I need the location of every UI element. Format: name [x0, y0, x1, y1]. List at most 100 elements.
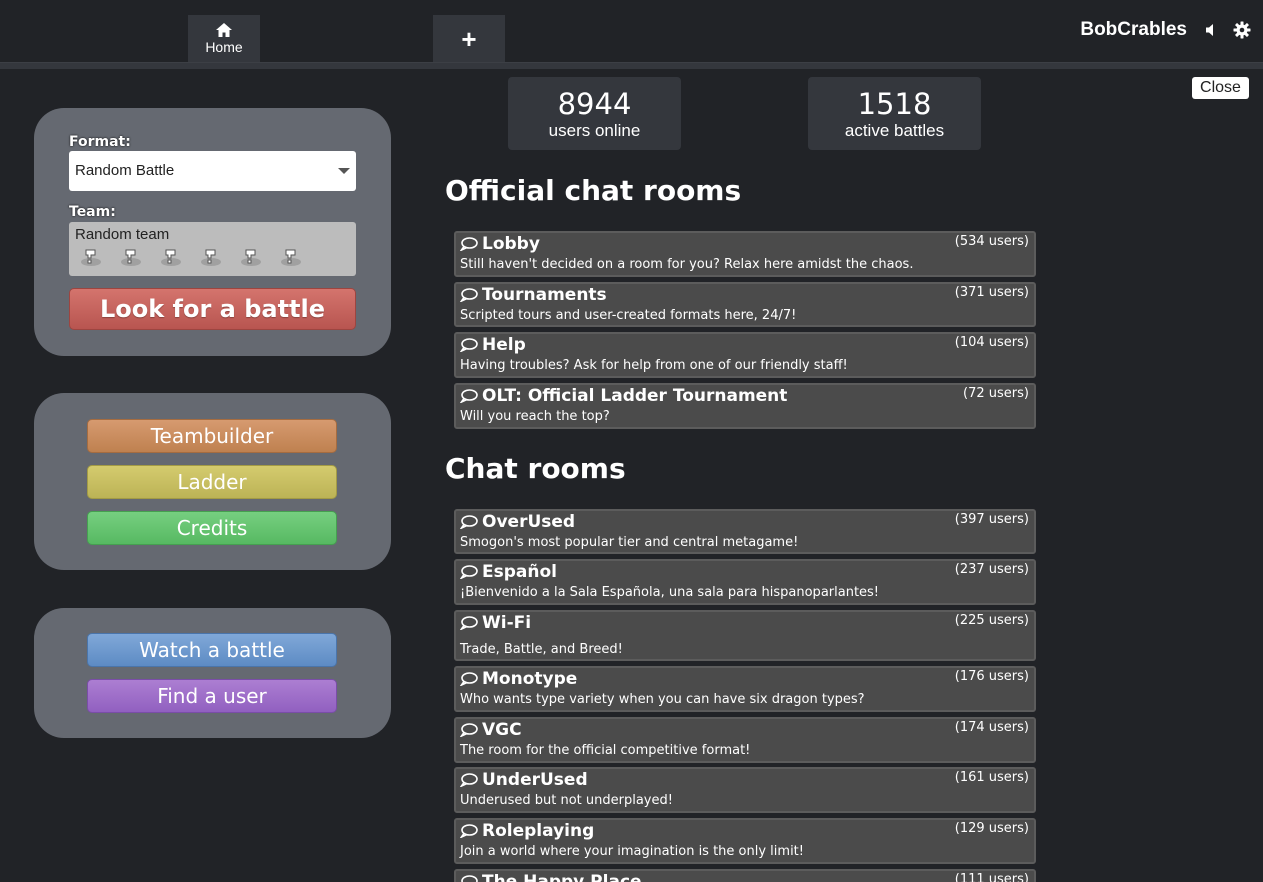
- room-description: The room for the official competitive fo…: [460, 743, 751, 758]
- room-name: The Happy Place: [482, 872, 642, 882]
- look-for-battle-button[interactable]: Look for a battle: [69, 288, 356, 330]
- room-name: UnderUsed: [482, 770, 588, 790]
- room-name: VGC: [482, 720, 522, 740]
- tab-home-label: Home: [205, 38, 243, 55]
- team-label: Team:: [69, 204, 116, 220]
- room-user-count: (72 users): [963, 386, 1029, 401]
- room-user-count: (104 users): [954, 335, 1029, 350]
- room-user-count: (534 users): [954, 234, 1029, 249]
- format-select[interactable]: Random Battle: [69, 151, 356, 191]
- room-item[interactable]: Help (104 users) Having troubles? Ask for …: [454, 332, 1036, 378]
- chat-bubble-icon: [460, 565, 478, 579]
- active-battles-label: active battles: [844, 121, 945, 140]
- room-user-count: (111 users): [954, 872, 1029, 882]
- settings-button[interactable]: [1233, 21, 1251, 39]
- unknown-pokemon-icon: [281, 249, 301, 266]
- room-title: OverUsed: [460, 512, 575, 532]
- new-tab-button[interactable]: +: [433, 15, 505, 62]
- chat-bubble-icon: [460, 672, 478, 686]
- room-title: Roleplaying: [460, 821, 594, 841]
- room-item[interactable]: Monotype (176 users) Who wants type variet…: [454, 666, 1036, 712]
- menu-panel: Teambuilder Ladder Credits: [34, 393, 391, 570]
- top-header: Home + BobCrables: [0, 0, 1263, 62]
- close-button[interactable]: Close: [1192, 77, 1249, 99]
- room-description: Having troubles? Ask for help from one o…: [460, 358, 848, 373]
- room-item[interactable]: VGC (174 users) The room for the official …: [454, 717, 1036, 763]
- sound-button[interactable]: [1203, 21, 1221, 39]
- chat-bubble-icon: [460, 338, 478, 352]
- room-name: Wi-Fi: [482, 613, 532, 633]
- room-description: Still haven't decided on a room for you?…: [460, 257, 914, 272]
- team-select[interactable]: Random team: [69, 222, 356, 276]
- room-item[interactable]: Lobby (534 users) Still haven't decided on…: [454, 231, 1036, 277]
- active-battles-stat[interactable]: 1518 active battles: [808, 77, 981, 150]
- credits-button[interactable]: Credits: [87, 511, 337, 545]
- format-value: Random Battle: [75, 162, 175, 179]
- room-title: Lobby: [460, 234, 540, 254]
- room-user-count: (174 users): [954, 720, 1029, 735]
- room-user-count: (225 users): [954, 613, 1029, 628]
- users-online-label: users online: [548, 121, 641, 140]
- teambuilder-button[interactable]: Teambuilder: [87, 419, 337, 453]
- chat-bubble-icon: [460, 824, 478, 838]
- room-description: Scripted tours and user-created formats …: [460, 308, 797, 323]
- users-online-count: 8944: [557, 87, 632, 121]
- plus-icon: +: [461, 23, 477, 54]
- room-user-count: (176 users): [954, 669, 1029, 684]
- room-title: Wi-Fi: [460, 613, 531, 633]
- chat-bubble-icon: [460, 288, 478, 302]
- unknown-pokemon-icon: [241, 249, 261, 266]
- gear-icon: [1233, 21, 1251, 39]
- users-online-stat: 8944 users online: [508, 77, 681, 150]
- room-description: ¡Bienvenido a la Sala Española, una sala…: [460, 585, 880, 600]
- room-item[interactable]: Tournaments (371 users) Scripted tours and…: [454, 282, 1036, 327]
- speaker-icon: [1206, 24, 1213, 36]
- battle-form-panel: Format: Random Battle Team: Random team …: [34, 108, 391, 356]
- room-user-count: (237 users): [954, 562, 1029, 577]
- room-title: Monotype: [460, 669, 577, 689]
- chat-bubble-icon: [460, 389, 478, 403]
- room-item[interactable]: Español (237 users) ¡Bienvenido a la Sala …: [454, 559, 1036, 605]
- chevron-down-icon: [338, 168, 350, 174]
- room-title: Español: [460, 562, 557, 582]
- active-battles-count: 1518: [857, 87, 932, 121]
- chat-bubble-icon: [460, 773, 478, 787]
- room-item[interactable]: UnderUsed (161 users) Underused but not un…: [454, 767, 1036, 813]
- room-title: UnderUsed: [460, 770, 588, 790]
- username[interactable]: BobCrables: [1080, 19, 1187, 41]
- room-item[interactable]: The Happy Place (111 users): [454, 869, 1036, 882]
- watch-panel: Watch a battle Find a user: [34, 608, 391, 738]
- room-item[interactable]: OverUsed (397 users) Smogon's most popular…: [454, 509, 1036, 554]
- unknown-pokemon-icon: [81, 249, 101, 266]
- room-description: Join a world where your imagination is t…: [460, 844, 804, 859]
- room-description: Will you reach the top?: [460, 409, 610, 424]
- room-title: VGC: [460, 720, 522, 740]
- room-name: OverUsed: [482, 512, 576, 532]
- ladder-button[interactable]: Ladder: [87, 465, 337, 499]
- room-user-count: (397 users): [954, 512, 1029, 527]
- watch-battle-button[interactable]: Watch a battle: [87, 633, 337, 667]
- room-name: Help: [482, 335, 526, 355]
- room-description: Trade, Battle, and Breed!: [460, 642, 623, 657]
- user-area: BobCrables: [1080, 18, 1251, 42]
- room-name: Roleplaying: [482, 821, 595, 841]
- header-divider: [0, 62, 1263, 69]
- team-icons: [75, 245, 350, 269]
- room-name: Lobby: [482, 234, 540, 254]
- official-rooms-heading: Official chat rooms: [445, 174, 742, 207]
- chat-bubble-icon: [460, 515, 478, 529]
- unknown-pokemon-icon: [121, 249, 141, 266]
- room-description: Who wants type variety when you can have…: [460, 692, 865, 707]
- format-label: Format:: [69, 134, 131, 150]
- room-item[interactable]: OLT: Official Ladder Tournament (72 users…: [454, 383, 1036, 429]
- chat-bubble-icon: [461, 875, 478, 882]
- chat-bubble-icon: [460, 723, 478, 737]
- chat-bubble-icon: [460, 616, 478, 630]
- room-name: OLT: Official Ladder Tournament: [482, 386, 788, 406]
- find-user-button[interactable]: Find a user: [87, 679, 337, 713]
- room-item[interactable]: Wi-Fi (225 users) Trade, Battle, and Breed…: [454, 610, 1036, 661]
- tab-home[interactable]: Home: [188, 15, 260, 62]
- room-user-count: (161 users): [954, 770, 1029, 785]
- room-item[interactable]: Roleplaying (129 users) Join a world where…: [454, 818, 1036, 864]
- unknown-pokemon-icon: [201, 249, 221, 266]
